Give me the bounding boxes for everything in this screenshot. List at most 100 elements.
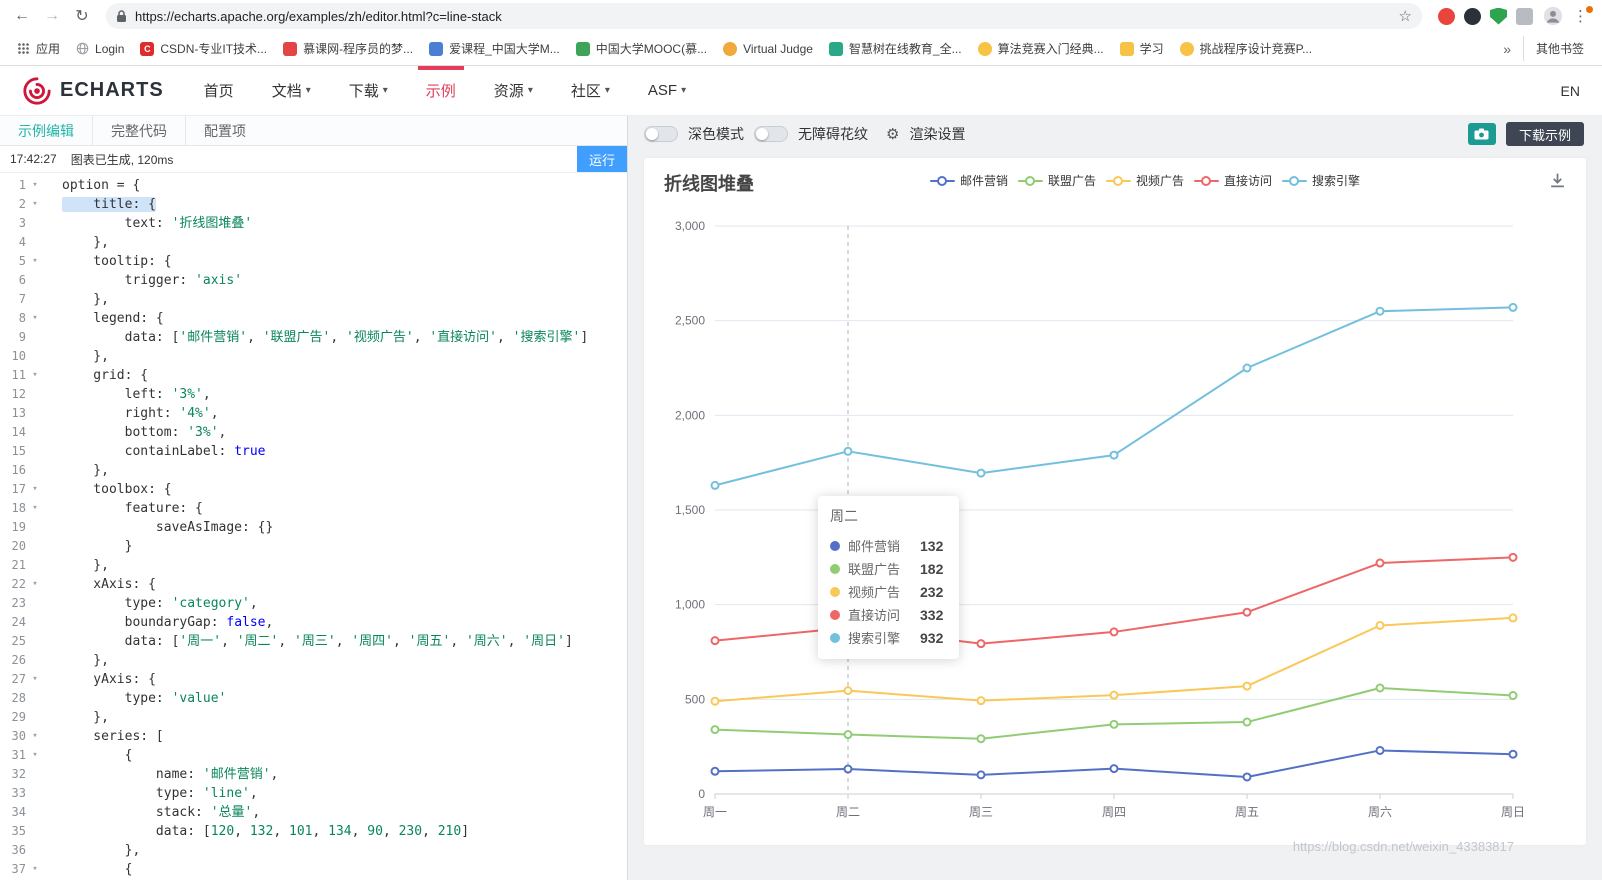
fold-arrow-icon[interactable]: ▾ [26,252,44,271]
bookmark-item[interactable]: Virtual Judge [716,39,820,59]
code-line[interactable]: type: 'value' [62,689,627,708]
dark-mode-toggle[interactable] [644,126,678,142]
code-line[interactable]: series: [ [62,727,627,746]
bookmark-item[interactable]: Login [69,39,131,59]
language-switch[interactable]: EN [1561,83,1580,99]
code-line[interactable]: xAxis: { [62,575,627,594]
fold-arrow-icon[interactable] [26,347,44,366]
fold-arrow-icon[interactable]: ▾ [26,309,44,328]
fold-arrow-icon[interactable] [26,841,44,860]
bookmark-item[interactable]: 算法竞赛入门经典... [971,37,1111,60]
bookmark-item[interactable]: 挑战程序设计竞赛P... [1173,37,1319,60]
extension-red-icon[interactable] [1438,8,1455,25]
fold-arrow-icon[interactable] [26,271,44,290]
fold-arrow-icon[interactable] [26,556,44,575]
code-line[interactable]: data: [120, 132, 101, 134, 90, 230, 210] [62,822,627,841]
profile-avatar[interactable] [1543,6,1563,26]
bookmark-item[interactable]: 智慧树在线教育_全... [822,37,969,60]
code-line[interactable]: saveAsImage: {} [62,518,627,537]
render-settings-label[interactable]: 渲染设置 [909,124,965,144]
bookmark-item[interactable]: CCSDN-专业IT技术... [133,37,274,60]
fold-arrow-icon[interactable] [26,613,44,632]
extension-shield-icon[interactable] [1490,8,1507,25]
fold-arrow-icon[interactable] [26,765,44,784]
fold-arrow-icon[interactable] [26,632,44,651]
nav-item-link[interactable]: 社区▾ [571,66,610,115]
bookmark-item[interactable]: 慕课网-程序员的梦... [276,37,420,60]
fold-arrow-icon[interactable]: ▾ [26,480,44,499]
fold-arrow-icon[interactable] [26,708,44,727]
code-line[interactable]: }, [62,233,627,252]
fold-arrow-icon[interactable] [26,423,44,442]
fold-arrow-icon[interactable]: ▾ [26,575,44,594]
code-line[interactable]: containLabel: true [62,442,627,461]
browser-menu-icon[interactable]: ⋮ [1569,7,1592,25]
nav-item-link[interactable]: 下载▾ [349,66,388,115]
legend-item[interactable]: 邮件营销 [930,172,1008,189]
legend-item[interactable]: 联盟广告 [1018,172,1096,189]
code-line[interactable]: legend: { [62,309,627,328]
fold-arrow-icon[interactable] [26,461,44,480]
echarts-logo[interactable]: ECHARTS [22,76,164,106]
code-line[interactable]: } [62,537,627,556]
code-line[interactable]: right: '4%', [62,404,627,423]
other-bookmarks-button[interactable]: 其他书签 [1523,36,1592,61]
fold-arrow-icon[interactable]: ▾ [26,727,44,746]
bookmark-item[interactable]: 应用 [10,37,67,60]
code-line[interactable]: }, [62,290,627,309]
editor-tab[interactable]: 配置项 [185,116,264,146]
code-line[interactable]: }, [62,347,627,366]
fold-arrow-icon[interactable] [26,594,44,613]
code-line[interactable]: left: '3%', [62,385,627,404]
bookmark-item[interactable]: 中国大学MOOC(慕... [569,37,714,60]
fold-arrow-icon[interactable]: ▾ [26,195,44,214]
code-line[interactable]: tooltip: { [62,252,627,271]
fold-arrow-icon[interactable] [26,214,44,233]
nav-item-link[interactable]: ASF▾ [648,66,686,115]
code-line[interactable]: data: ['周一', '周二', '周三', '周四', '周五', '周六… [62,632,627,651]
code-line[interactable]: type: 'category', [62,594,627,613]
fold-arrow-icon[interactable] [26,651,44,670]
decal-toggle[interactable] [754,126,788,142]
run-button[interactable]: 运行 [577,146,627,172]
code-line[interactable]: { [62,746,627,765]
line-chart[interactable]: 05001,0001,5002,0002,5003,000周一周二周三周四周五周… [644,158,1586,845]
editor-tab[interactable]: 示例编辑 [0,116,92,146]
legend-item[interactable]: 视频广告 [1106,172,1184,189]
bookmark-item[interactable]: 爱课程_中国大学M... [422,37,567,60]
fold-arrow-icon[interactable] [26,784,44,803]
fold-arrow-icon[interactable] [26,537,44,556]
fold-arrow-icon[interactable] [26,404,44,423]
code-line[interactable]: trigger: 'axis' [62,271,627,290]
fold-arrow-icon[interactable] [26,328,44,347]
nav-item-link[interactable]: 首页 [204,66,234,115]
bookmark-star-icon[interactable]: ☆ [1399,7,1412,25]
forward-button[interactable]: → [40,4,64,28]
fold-arrow-icon[interactable] [26,518,44,537]
fold-arrow-icon[interactable] [26,689,44,708]
fold-arrow-icon[interactable]: ▾ [26,176,44,195]
fold-arrow-icon[interactable] [26,822,44,841]
screenshot-button[interactable] [1468,123,1496,145]
gear-icon[interactable]: ⚙ [886,125,899,143]
editor-tab[interactable]: 完整代码 [92,116,185,146]
legend-item[interactable]: 搜索引擎 [1282,172,1360,189]
code-line[interactable]: bottom: '3%', [62,423,627,442]
fold-arrow-icon[interactable]: ▾ [26,499,44,518]
code-editor[interactable]: 1▾2▾345▾678▾91011▾121314151617▾18▾192021… [0,173,627,880]
code-line[interactable]: option = { [62,176,627,195]
code-line[interactable]: toolbox: { [62,480,627,499]
fold-arrow-icon[interactable] [26,385,44,404]
address-bar[interactable]: https://echarts.apache.org/examples/zh/e… [106,3,1422,29]
bookmarks-overflow-chevron[interactable]: » [1495,41,1519,57]
fold-arrow-icon[interactable] [26,290,44,309]
code-line[interactable]: boundaryGap: false, [62,613,627,632]
refresh-button[interactable]: ↻ [70,4,94,28]
nav-item-active[interactable]: 示例 [426,66,456,115]
fold-arrow-icon[interactable]: ▾ [26,746,44,765]
fold-arrow-icon[interactable] [26,442,44,461]
download-example-button[interactable]: 下载示例 [1506,122,1584,146]
code-line[interactable]: grid: { [62,366,627,385]
nav-item-link[interactable]: 文档▾ [272,66,311,115]
editor-code[interactable]: option = { title: { text: '折线图堆叠' }, too… [48,176,627,880]
